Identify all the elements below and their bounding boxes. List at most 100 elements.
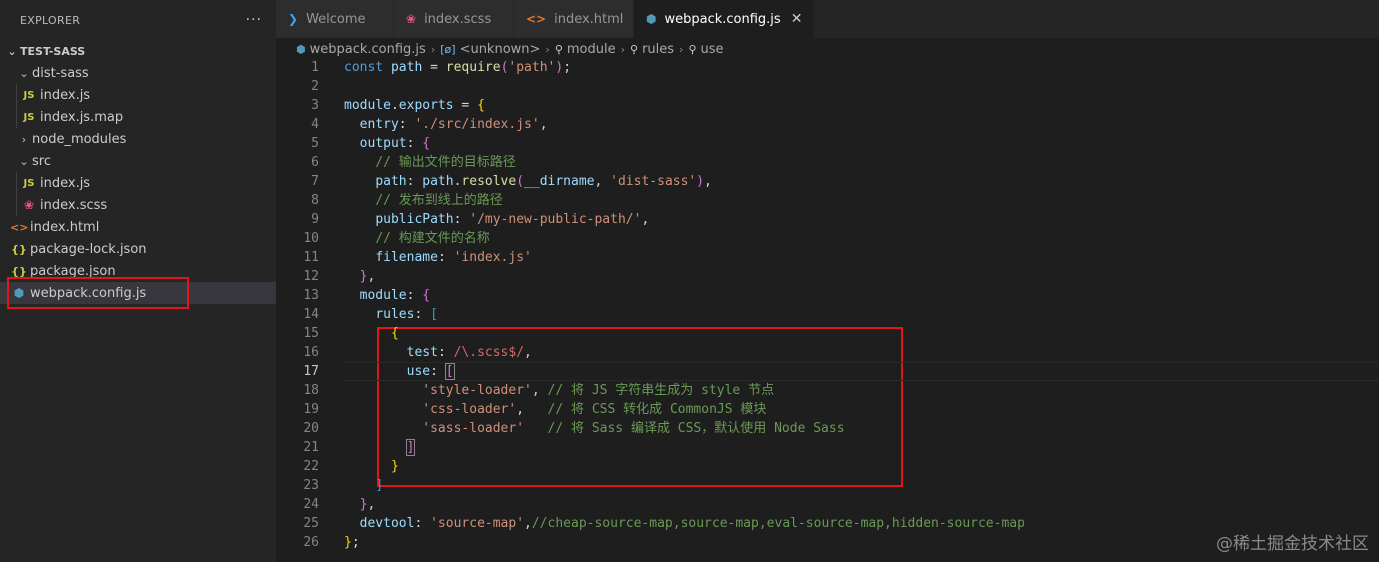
code-editor[interactable]: 1 const path = require('path'); 2 3 module.e… (276, 58, 1379, 562)
code-line[interactable]: 13 module: { (276, 286, 1379, 305)
code-text: 'sass-loader' // 将 Sass 编译成 CSS，默认使用 Nod… (422, 421, 845, 436)
tree-item-label: index.js.map (40, 109, 124, 125)
code-line[interactable]: 16 test: /\.scss$/, (276, 343, 1379, 362)
indent-guide (16, 194, 17, 216)
breadcrumb-item[interactable]: ⚲ rules (630, 42, 674, 57)
code-line[interactable]: 1 const path = require('path'); (276, 58, 1379, 77)
code-text: entry: './src/index.js', (359, 117, 548, 132)
code-line[interactable]: 14 rules: [ (276, 305, 1379, 324)
scss-icon: ❀ (406, 12, 417, 26)
file-item[interactable]: ❀ index.scss (0, 194, 276, 216)
code-line[interactable]: 12 }, (276, 267, 1379, 286)
tree-item-label: index.html (30, 219, 100, 235)
line-number: 5 (311, 136, 319, 151)
line-number: 15 (303, 326, 319, 341)
code-text: }, (359, 269, 376, 284)
tab-webpack-config-js[interactable]: ⬢ webpack.config.js ✕ (634, 0, 816, 38)
chevron-right-icon: › (545, 42, 550, 56)
code-line[interactable]: 10 // 构建文件的名称 (276, 229, 1379, 248)
file-item[interactable]: {} package-lock.json (0, 238, 276, 260)
chevron-right-icon: › (21, 132, 27, 146)
breadcrumb-item[interactable]: ⚲ module (555, 42, 616, 57)
breadcrumb-item[interactable]: ⚲ use (688, 42, 723, 57)
chevron-down-icon: ⌄ (19, 66, 29, 80)
breadcrumb: ⬢ webpack.config.js › [ø] <unknown> › ⚲ module ›… (276, 38, 1379, 60)
code-line[interactable]: 11 filename: 'index.js' (276, 248, 1379, 267)
code-line[interactable]: 7 path: path.resolve(__dirname, 'dist-sa… (276, 172, 1379, 191)
code-text: publicPath: '/my-new-public-path/', (375, 212, 650, 227)
code-line[interactable]: 18 'style-loader', // 将 JS 字符串生成为 style … (276, 381, 1379, 400)
close-icon[interactable]: ✕ (791, 11, 803, 27)
code-text: output: { (359, 136, 431, 151)
tab-index-html[interactable]: <> index.html (514, 0, 634, 38)
file-item[interactable]: {} package.json (0, 260, 276, 282)
chevron-right-icon: › (679, 42, 684, 56)
file-item[interactable]: JS index.js.map (0, 106, 276, 128)
code-line[interactable]: 25 devtool: 'source-map',//cheap-source-… (276, 514, 1379, 533)
line-number: 4 (311, 117, 319, 132)
code-text: }; (344, 535, 360, 550)
tab-index-scss[interactable]: ❀ index.scss (394, 0, 514, 38)
tab-bar: ❯ Welcome ❀ index.scss <> index.html ⬢ webpack.… (276, 0, 1379, 38)
indent-guide (16, 106, 17, 128)
code-line[interactable]: 22 } (276, 457, 1379, 476)
project-folder[interactable]: ⌄ TEST-SASS (0, 40, 276, 62)
breadcrumb-label: rules (642, 41, 675, 57)
code-text: module: { (359, 288, 431, 303)
line-number: 11 (303, 250, 319, 265)
file-item[interactable]: ⬢ webpack.config.js (0, 282, 276, 304)
code-line[interactable]: 2 (276, 77, 1379, 96)
line-number: 21 (303, 440, 319, 455)
code-line[interactable]: 3 module.exports = { (276, 96, 1379, 115)
breadcrumb-label: module (566, 41, 616, 57)
code-line[interactable]: 9 publicPath: '/my-new-public-path/', (276, 210, 1379, 229)
tree-item-label: dist-sass (32, 65, 89, 81)
code-line[interactable]: 21 ] (276, 438, 1379, 457)
line-number: 18 (303, 383, 319, 398)
file-item[interactable]: <> index.html (0, 216, 276, 238)
tree-item-label: node_modules (32, 131, 127, 147)
breadcrumb-item[interactable]: [ø] <unknown> (440, 42, 540, 57)
code-line[interactable]: 26}; (276, 533, 1379, 552)
webpack-file-icon: ⬢ (13, 286, 25, 300)
code-text: use: [ (406, 363, 455, 380)
code-line[interactable]: 23 ] (276, 476, 1379, 495)
code-line[interactable]: 19 'css-loader', // 将 CSS 转化成 CommonJS 模… (276, 400, 1379, 419)
folder-item[interactable]: › node_modules (0, 128, 276, 150)
code-line[interactable]: 4 entry: './src/index.js', (276, 115, 1379, 134)
breadcrumb-label: use (700, 41, 724, 57)
code-text: module.exports = { (344, 98, 485, 113)
code-line[interactable]: 20 'sass-loader' // 将 Sass 编译成 CSS，默认使用 … (276, 419, 1379, 438)
folder-item[interactable]: ⌄ src (0, 150, 276, 172)
scss-file-icon: ❀ (23, 198, 35, 212)
line-number: 16 (303, 345, 319, 360)
line-number: 8 (311, 193, 319, 208)
code-line[interactable]: 8 // 发布到线上的路径 (276, 191, 1379, 210)
code-text: 'style-loader', // 将 JS 字符串生成为 style 节点 (422, 383, 775, 398)
code-line[interactable]: 6 // 输出文件的目标路径 (276, 153, 1379, 172)
webpack-icon: ⬢ (646, 12, 657, 26)
js-file-icon: JS (23, 111, 35, 123)
breadcrumb-label: webpack.config.js (309, 41, 426, 57)
code-line[interactable]: 24 }, (276, 495, 1379, 514)
line-number: 22 (303, 459, 319, 474)
line-number: 10 (303, 231, 319, 246)
indent-guide (16, 172, 17, 194)
vscode-icon: ❯ (288, 12, 299, 26)
code-line[interactable]: 17 use: [ (276, 362, 1379, 381)
folder-item[interactable]: ⌄ dist-sass (0, 62, 276, 84)
breadcrumb-item[interactable]: ⬢ webpack.config.js (296, 42, 426, 57)
line-number: 1 (311, 60, 319, 75)
line-number: 26 (303, 535, 319, 550)
file-item[interactable]: JS index.js (0, 172, 276, 194)
code-text: filename: 'index.js' (375, 250, 532, 265)
more-actions-icon[interactable]: ··· (246, 12, 262, 28)
js-file-icon: JS (23, 89, 35, 101)
line-number: 25 (303, 516, 319, 531)
code-line[interactable]: 15 { (276, 324, 1379, 343)
code-text: devtool: 'source-map',//cheap-source-map… (359, 516, 1025, 531)
tab-welcome[interactable]: ❯ Welcome (276, 0, 394, 38)
code-line[interactable]: 5 output: { (276, 134, 1379, 153)
file-item[interactable]: JS index.js (0, 84, 276, 106)
watermark: @稀土掘金技术社区 (1216, 534, 1369, 554)
